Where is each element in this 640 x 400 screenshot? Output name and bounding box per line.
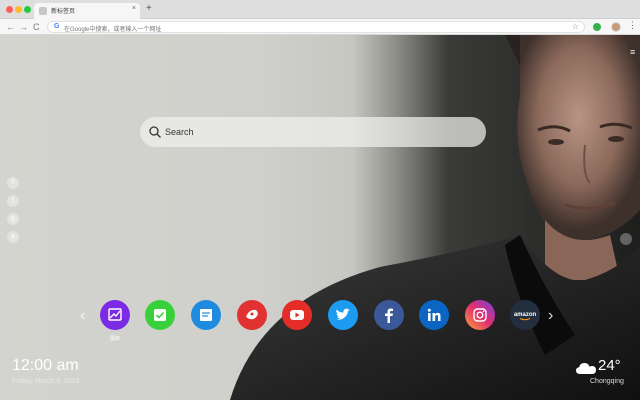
apps-next-arrow[interactable]: › — [548, 307, 553, 325]
forward-button[interactable]: → — [19, 21, 28, 33]
app-twitter[interactable] — [328, 300, 358, 330]
new-tab-page: ≡ Search f t g a ‹ › 图库 amazon 12:00 am … — [0, 35, 640, 400]
maximize-window-button[interactable] — [24, 6, 31, 13]
app-games[interactable] — [237, 300, 267, 330]
app-facebook[interactable] — [374, 300, 404, 330]
extension-icon[interactable] — [593, 23, 601, 31]
profile-avatar[interactable] — [611, 22, 621, 32]
app-notes[interactable] — [191, 300, 221, 330]
gallery-icon — [100, 300, 130, 330]
search-bar[interactable]: Search — [140, 117, 486, 147]
app-linkedin[interactable] — [419, 300, 449, 330]
browser-menu-icon[interactable]: ⋮ — [628, 20, 637, 31]
clock-date: Friday, March 8, 2019 — [12, 378, 80, 385]
app-amazon[interactable]: amazon — [510, 300, 540, 330]
tab-bar: 新标签页 × + — [0, 0, 640, 19]
reload-button[interactable]: C — [33, 21, 40, 33]
tab-close-icon[interactable]: × — [132, 5, 136, 12]
cloud-icon — [576, 363, 596, 374]
search-icon — [149, 126, 161, 138]
weather-temperature: 24° — [598, 357, 621, 374]
tab-title: 新标签页 — [51, 9, 76, 15]
app-gallery-label: 图库 — [109, 336, 120, 342]
game-icon — [237, 300, 267, 330]
weather-city: Chongqing — [590, 378, 624, 385]
app-todo[interactable] — [145, 300, 175, 330]
amazon-icon: amazon — [510, 300, 540, 330]
address-bar-placeholder: 在Google中搜索，或者输入一个网址 — [64, 27, 162, 33]
notes-icon — [191, 300, 221, 330]
address-bar[interactable]: G 在Google中搜索，或者输入一个网址 ☆ — [47, 21, 585, 33]
google-share-icon[interactable]: g — [7, 213, 19, 225]
apps-prev-arrow[interactable]: ‹ — [80, 307, 85, 325]
back-button[interactable]: ← — [6, 21, 15, 33]
google-icon: G — [54, 23, 60, 30]
youtube-icon — [282, 300, 312, 330]
facebook-share-icon[interactable]: f — [7, 177, 19, 189]
rate-icon[interactable]: a — [7, 231, 19, 243]
linkedin-icon — [419, 300, 449, 330]
instagram-icon — [465, 300, 495, 330]
app-youtube[interactable] — [282, 300, 312, 330]
browser-toolbar: ← → C G 在Google中搜索，或者输入一个网址 ☆ — [0, 19, 640, 35]
new-tab-button[interactable]: + — [146, 3, 152, 14]
amazon-logo-text: amazon — [514, 312, 537, 318]
page-menu-icon[interactable]: ≡ — [630, 47, 635, 57]
browser-tab[interactable]: 新标签页 × — [34, 3, 140, 19]
app-gallery[interactable] — [100, 300, 130, 330]
tab-favicon-icon — [39, 7, 47, 15]
search-placeholder: Search — [165, 127, 194, 137]
close-window-button[interactable] — [6, 6, 13, 13]
twitter-share-icon[interactable]: t — [7, 195, 19, 207]
clock-time: 12:00 am — [12, 357, 79, 374]
bookmark-star-icon[interactable]: ☆ — [572, 22, 579, 31]
facebook-icon — [374, 300, 404, 330]
twitter-icon — [328, 300, 358, 330]
minimize-window-button[interactable] — [15, 6, 22, 13]
background-photo — [230, 35, 640, 400]
settings-icon[interactable] — [620, 233, 632, 245]
checkbox-icon — [145, 300, 175, 330]
app-instagram[interactable] — [465, 300, 495, 330]
